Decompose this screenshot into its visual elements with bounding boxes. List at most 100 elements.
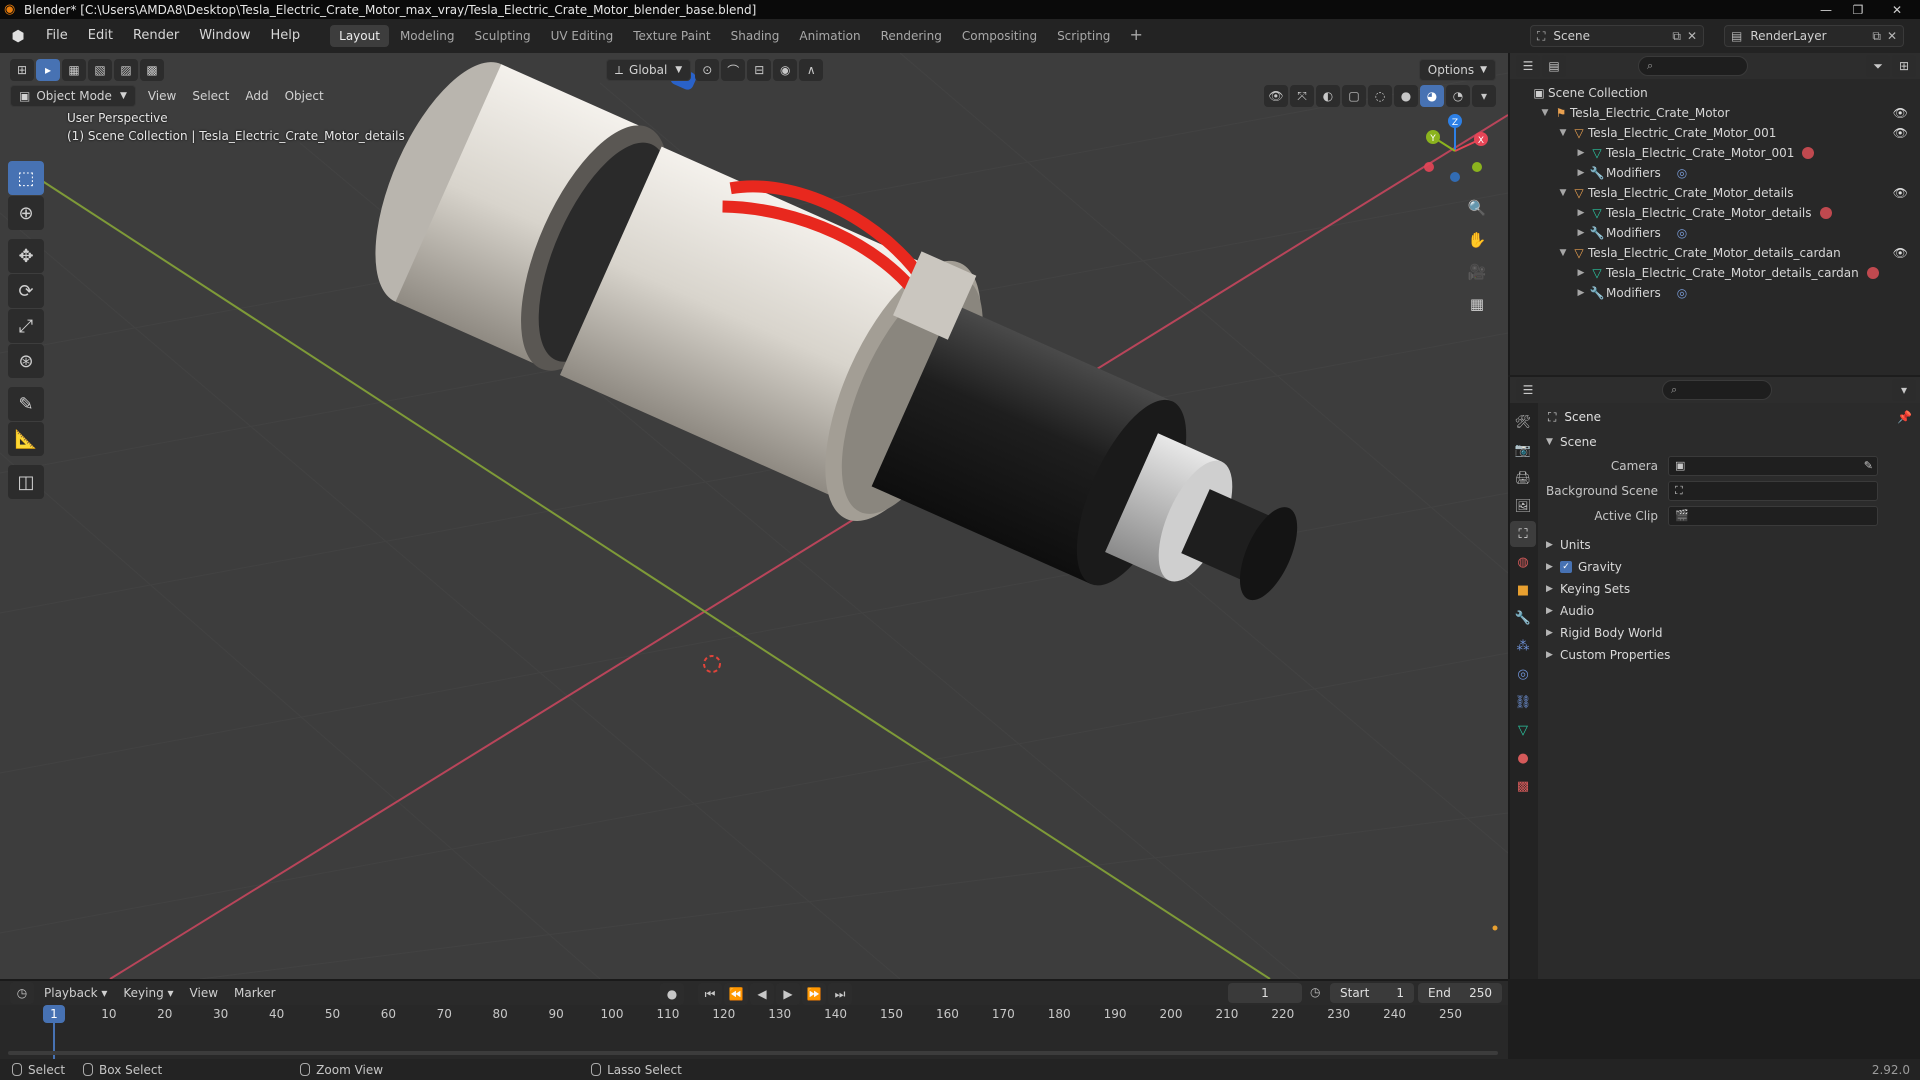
properties-editor-type-icon[interactable]: ☰	[1516, 379, 1540, 401]
expand-icon[interactable]: ▶	[1574, 168, 1588, 178]
eyedropper-icon[interactable]: ✎	[1864, 459, 1873, 472]
new-collection-icon[interactable]: ⊞	[1892, 55, 1916, 77]
tab-scripting[interactable]: Scripting	[1048, 25, 1119, 47]
expand-icon[interactable]: ▶	[1574, 208, 1588, 218]
tab-modeling[interactable]: Modeling	[391, 25, 464, 47]
snap-icon[interactable]: ⌒	[721, 59, 746, 81]
select-subtract-icon[interactable]: ▨	[114, 59, 138, 81]
frame-ruler[interactable]: 10 20 30 40 50 60 70 80 90 100 110 120 130 140 150 160 1…	[0, 1005, 1508, 1025]
ortho-grid-icon[interactable]: ▦	[1462, 289, 1492, 319]
select-new-icon[interactable]: ▦	[62, 59, 86, 81]
navigation-gizmo[interactable]: Z X Y	[1415, 111, 1495, 191]
select-intersect-icon[interactable]: ▩	[140, 59, 164, 81]
3d-cursor[interactable]	[703, 655, 721, 673]
pin-icon[interactable]: 📌	[1897, 410, 1912, 424]
material-tab-icon[interactable]: ●	[1510, 745, 1536, 771]
maximize-icon[interactable]: ❐	[1842, 0, 1874, 19]
timeline-editor-type-icon[interactable]: ◷	[10, 982, 34, 1004]
timeline-scrollbar[interactable]	[8, 1051, 1498, 1055]
collapse-icon[interactable]: ▼	[1556, 188, 1570, 198]
remove-scene-icon[interactable]: ✕	[1687, 29, 1697, 43]
tab-animation[interactable]: Animation	[790, 25, 869, 47]
eye-icon[interactable]: 👁	[1893, 186, 1908, 200]
outliner-root[interactable]: ▣ Scene Collection	[1510, 83, 1920, 103]
expand-icon[interactable]: ▶	[1574, 288, 1588, 298]
outliner-row[interactable]: ▼ ▽ Tesla_Electric_Crate_Motor_001 👁	[1510, 123, 1920, 143]
play-icon[interactable]: ▶	[776, 983, 800, 1005]
properties-search-input[interactable]: ⌕	[1662, 380, 1772, 400]
shading-rendered-icon[interactable]: ◔	[1446, 85, 1470, 107]
properties-options-icon[interactable]: ▾	[1892, 379, 1916, 401]
expand-icon[interactable]: ▶	[1574, 228, 1588, 238]
modifier-icon[interactable]: ◎	[1677, 226, 1687, 240]
modifier-icon[interactable]: ◎	[1677, 166, 1687, 180]
annotate-tool-icon[interactable]: ✎	[8, 387, 44, 421]
outliner-search-input[interactable]: ⌕	[1638, 56, 1748, 76]
menu-help[interactable]: Help	[261, 25, 311, 47]
tab-texture-paint[interactable]: Texture Paint	[624, 25, 719, 47]
tab-sculpting[interactable]: Sculpting	[466, 25, 540, 47]
material-icon[interactable]	[1802, 147, 1815, 159]
object-mode-dropdown[interactable]: ▣ Object Mode ▼	[10, 85, 136, 107]
menu-marker[interactable]: Marker	[226, 986, 283, 1000]
eye-icon[interactable]: 👁	[1893, 126, 1908, 140]
material-icon[interactable]	[1866, 267, 1879, 279]
close-icon[interactable]: ✕	[1874, 0, 1920, 19]
snap-target-icon[interactable]: ⊟	[747, 59, 772, 81]
scale-tool-icon[interactable]: ⤢	[8, 309, 44, 343]
outliner-row[interactable]: ▶ ▽ Tesla_Electric_Crate_Motor_details_c…	[1510, 263, 1920, 283]
display-mode-icon[interactable]: ▤	[1542, 55, 1566, 77]
menu-add[interactable]: Add	[237, 89, 276, 103]
select-extend-icon[interactable]: ▧	[88, 59, 112, 81]
outliner-row[interactable]: ▶ 🔧 Modifiers ◎	[1510, 223, 1920, 243]
view-layer-selector[interactable]: ▤ RenderLayer ⧉ ✕	[1724, 25, 1904, 47]
background-scene-field[interactable]: ⛶	[1668, 480, 1878, 501]
menu-keying[interactable]: Keying ▾	[115, 986, 181, 1000]
clock-icon[interactable]: ◷	[1310, 985, 1320, 999]
texture-tab-icon[interactable]: ▩	[1510, 773, 1536, 799]
active-clip-field[interactable]: 🎬	[1668, 505, 1878, 526]
scene-panel-header[interactable]: ▼ Scene	[1538, 431, 1920, 453]
tab-shading[interactable]: Shading	[722, 25, 789, 47]
jump-end-icon[interactable]: ⏭	[828, 983, 852, 1005]
camera-view-icon[interactable]: 🎥	[1462, 257, 1492, 287]
object-tab-icon[interactable]: ■	[1510, 577, 1536, 603]
gizmo-icon[interactable]: ⤧	[1290, 85, 1314, 107]
collapse-icon[interactable]: ▼	[1538, 108, 1552, 118]
modifier-icon[interactable]: ◎	[1677, 286, 1687, 300]
units-panel-header[interactable]: ▶ Units	[1538, 534, 1920, 556]
modifier-tab-icon[interactable]: 🔧	[1510, 605, 1536, 631]
shading-options-icon[interactable]: ▾	[1472, 85, 1496, 107]
motor-model[interactable]	[339, 53, 1372, 690]
data-tab-icon[interactable]: ▽	[1510, 717, 1536, 743]
outliner-row[interactable]: ▶ 🔧 Modifiers ◎	[1510, 163, 1920, 183]
transform-orientation-dropdown[interactable]: ⟂ Global ▼	[606, 59, 692, 81]
menu-file[interactable]: File	[36, 25, 78, 47]
keying-sets-panel-header[interactable]: ▶ Keying Sets	[1538, 578, 1920, 600]
view-layer-tab-icon[interactable]: 🖼	[1510, 493, 1536, 519]
zoom-icon[interactable]: 🔍	[1462, 193, 1492, 223]
menu-select[interactable]: Select	[184, 89, 237, 103]
tab-compositing[interactable]: Compositing	[953, 25, 1046, 47]
world-tab-icon[interactable]: ◍	[1510, 549, 1536, 575]
pivot-point-icon[interactable]: ⊙	[695, 59, 720, 81]
add-cube-tool-icon[interactable]: ◫	[8, 465, 44, 499]
menu-view[interactable]: View	[140, 89, 184, 103]
gravity-checkbox[interactable]: ✓	[1560, 561, 1572, 573]
add-workspace-icon[interactable]: +	[1121, 25, 1150, 47]
eye-icon[interactable]: 👁	[1893, 246, 1908, 260]
constraints-tab-icon[interactable]: ⛓	[1510, 689, 1536, 715]
options-dropdown[interactable]: Options ▼	[1418, 59, 1496, 81]
tab-rendering[interactable]: Rendering	[872, 25, 951, 47]
play-reverse-icon[interactable]: ◀	[750, 983, 774, 1005]
move-tool-icon[interactable]: ✥	[8, 239, 44, 273]
shading-wireframe-icon[interactable]: ◌	[1368, 85, 1392, 107]
outliner-row[interactable]: ▶ ▽ Tesla_Electric_Crate_Motor_001	[1510, 143, 1920, 163]
new-view-layer-icon[interactable]: ⧉	[1872, 29, 1881, 44]
blender-menu-icon[interactable]: ⬢	[0, 27, 36, 45]
menu-object[interactable]: Object	[277, 89, 332, 103]
measure-tool-icon[interactable]: 📐	[8, 422, 44, 456]
shading-material-icon[interactable]: ◕	[1420, 85, 1444, 107]
falloff-icon[interactable]: ∧	[799, 59, 824, 81]
scene-selector[interactable]: ⛶ Scene ⧉ ✕	[1530, 25, 1704, 47]
